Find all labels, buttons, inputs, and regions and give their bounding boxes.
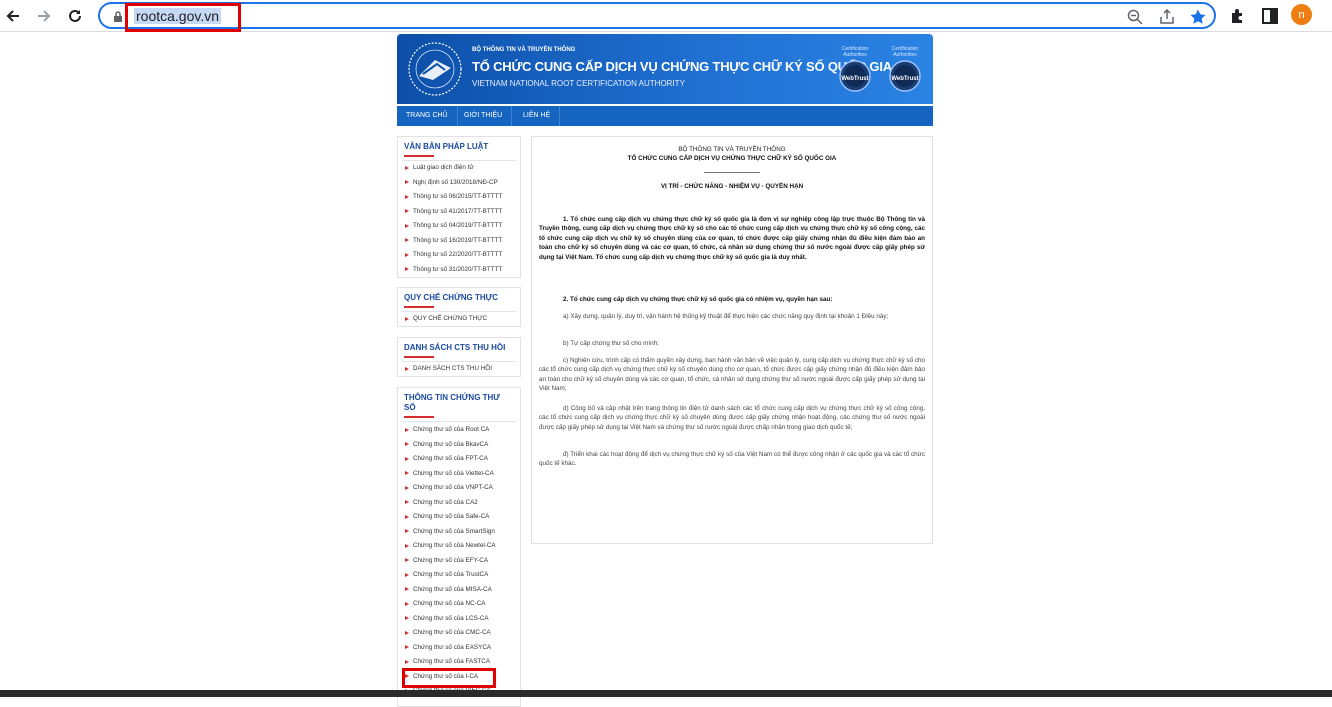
content-org: TỔ CHỨC CUNG CẤP DỊCH VỤ CHỨNG THỰC CHỮ …	[627, 155, 837, 162]
sidebar-item-cert[interactable]: Chứng thư số của EFY-CA	[398, 554, 520, 569]
paragraph-d: d) Công bố và cập nhật trên trang thông …	[539, 405, 925, 431]
sidebar-item-legal[interactable]: Thông tư số 16/2019/TT-BTTTT	[398, 234, 520, 249]
sidebar-revoked: DANH SÁCH CTS THU HỒI DANH SÁCH CTS THU …	[397, 337, 521, 377]
sidebar-item-cert[interactable]: Chứng thư số của CMC-CA	[398, 626, 520, 641]
extensions-icon[interactable]	[1228, 6, 1248, 26]
sidebar-item-legal[interactable]: Nghị định số 130/2018/NĐ-CP	[398, 176, 520, 191]
sidebar-item-cert[interactable]: Chứng thư số của LCS-CA	[398, 612, 520, 627]
sidebar-item-cert[interactable]: Chứng thư số của MISA-CA	[398, 583, 520, 598]
title-underline	[404, 306, 434, 308]
banner-subtitle: VIETNAM NATIONAL ROOT CERTIFICATION AUTH…	[472, 79, 685, 88]
sidebar-item-revoked[interactable]: DANH SÁCH CTS THU HỒI	[398, 362, 520, 377]
paragraph-2: 2. Tổ chức cung cấp dịch vụ chứng thực c…	[563, 296, 833, 303]
sidebar-item-rules[interactable]: QUY CHẾ CHỨNG THỰC	[398, 312, 520, 327]
title-underline	[404, 416, 434, 418]
content-ministry: BỘ THÔNG TIN VÀ TRUYỀN THÔNG	[678, 146, 786, 153]
sidebar-item-cert[interactable]: Chứng thư số của BkavCA	[398, 438, 520, 453]
paragraph-1: 1. Tổ chức cung cấp dịch vụ chứng thực c…	[539, 216, 925, 261]
back-icon[interactable]	[2, 5, 24, 27]
sidebar-item-cert[interactable]: Chứng thư số của Safe-CA	[398, 510, 520, 525]
browser-toolbar: rootca.gov.vn n	[0, 0, 1332, 32]
site-banner[interactable]: BỘ THÔNG TIN VÀ TRUYỀN THÔNG TỔ CHỨC CUN…	[397, 34, 933, 104]
sidebar-item-cert[interactable]: Chứng thư số của FPT-CA	[398, 452, 520, 467]
zoom-icon[interactable]	[1126, 8, 1144, 26]
sidebar-certs-title: THÔNG TIN CHỨNG THƯ SỐ	[404, 393, 500, 412]
paragraph-e: đ) Triển khai các hoạt động để dịch vụ c…	[539, 451, 925, 468]
main-menu: TRANG CHỦ GIỚI THIỆU LIÊN HỆ	[397, 106, 933, 126]
sidebar-item-cert[interactable]: Chứng thư số của NC-CA	[398, 597, 520, 612]
sidebar-item-legal[interactable]: Thông tư số 41/2017/TT-BTTTT	[398, 205, 520, 220]
webtrust-badge: Certification Authorities WebTrust	[885, 42, 925, 94]
sidebar-item-legal[interactable]: Thông tư số 04/2019/TT-BTTTT	[398, 219, 520, 234]
sidebar-item-legal[interactable]: Luật giao dịch điện tử	[398, 161, 520, 176]
taskbar-strip	[0, 690, 1332, 697]
divider	[704, 172, 760, 173]
sidebar-item-cert[interactable]: Chứng thư số của CA2	[398, 496, 520, 511]
paragraph-b: b) Tự cấp chứng thư số cho mình;	[563, 340, 659, 347]
sidebar-legal-title: VĂN BẢN PHÁP LUẬT	[404, 142, 489, 151]
forward-icon[interactable]	[33, 5, 55, 27]
sidebar-item-cert[interactable]: Chứng thư số của VNPT-CA	[398, 481, 520, 496]
sidebar-item-legal[interactable]: Thông tư số 22/2020/TT-BTTTT	[398, 248, 520, 263]
menu-about[interactable]: GIỚI THIỆU	[455, 106, 513, 126]
paragraph-a: a) Xây dựng, quản lý, duy trì, vận hành …	[563, 313, 889, 320]
sidebar-item-cert[interactable]: Chứng thư số của TrustCA	[398, 568, 520, 583]
title-underline	[404, 356, 434, 358]
reload-icon[interactable]	[64, 5, 86, 27]
address-bar[interactable]: rootca.gov.vn	[98, 2, 1216, 29]
sidebar-rules: QUY CHẾ CHỨNG THỰC QUY CHẾ CHỨNG THỰC	[397, 287, 521, 327]
title-underline	[404, 155, 434, 157]
menu-home[interactable]: TRANG CHỦ	[397, 106, 458, 126]
banner-title: TỔ CHỨC CUNG CẤP DỊCH VỤ CHỨNG THỰC CHỮ …	[472, 59, 892, 74]
side-panel-icon[interactable]	[1260, 6, 1280, 26]
sidebar-legal: VĂN BẢN PHÁP LUẬT Luật giao dịch điện tử…	[397, 136, 521, 278]
sidebar-certs: THÔNG TIN CHỨNG THƯ SỐ Chứng thư số của …	[397, 387, 521, 707]
url-highlight-box	[125, 3, 241, 32]
ica-highlight-box	[402, 668, 496, 688]
share-icon[interactable]	[1158, 8, 1176, 26]
sidebar-item-cert[interactable]: Chứng thư số của Root CA	[398, 423, 520, 438]
sidebar-item-legal[interactable]: Thông tư số 31/2020/TT-BTTTT	[398, 263, 520, 278]
sidebar-revoked-title: DANH SÁCH CTS THU HỒI	[404, 343, 506, 352]
avatar[interactable]: n	[1291, 4, 1312, 25]
divider	[402, 421, 516, 422]
sidebar-item-cert[interactable]: Chứng thư số của Newtel-CA	[398, 539, 520, 554]
sidebar-item-cert[interactable]: Chứng thư số của EASYCA	[398, 641, 520, 656]
sidebar-item-legal[interactable]: Thông tư số 06/2015/TT-BTTTT	[398, 190, 520, 205]
sidebar-rules-title: QUY CHẾ CHỨNG THỰC	[404, 293, 499, 302]
bookmark-star-icon[interactable]	[1189, 8, 1207, 26]
sidebar-item-cert[interactable]: Chứng thư số của SmartSign	[398, 525, 520, 540]
banner-ministry: BỘ THÔNG TIN VÀ TRUYỀN THÔNG	[472, 47, 576, 53]
national-ca-logo-icon	[408, 42, 462, 96]
content-heading: VỊ TRÍ - CHỨC NĂNG - NHIỆM VỤ - QUYỀN HẠ…	[660, 183, 804, 190]
sidebar-item-cert[interactable]: Chứng thư số của Viettel-CA	[398, 467, 520, 482]
lock-icon[interactable]	[113, 11, 123, 23]
paragraph-c: c) Nghiên cứu, trình cấp có thẩm quyền x…	[539, 357, 925, 393]
menu-contact[interactable]: LIÊN HỆ	[514, 106, 561, 126]
main-content: BỘ THÔNG TIN VÀ TRUYỀN THÔNG TỔ CHỨC CUN…	[531, 136, 933, 544]
webtrust-badge: Certification Authorities WebTrust	[835, 42, 875, 94]
